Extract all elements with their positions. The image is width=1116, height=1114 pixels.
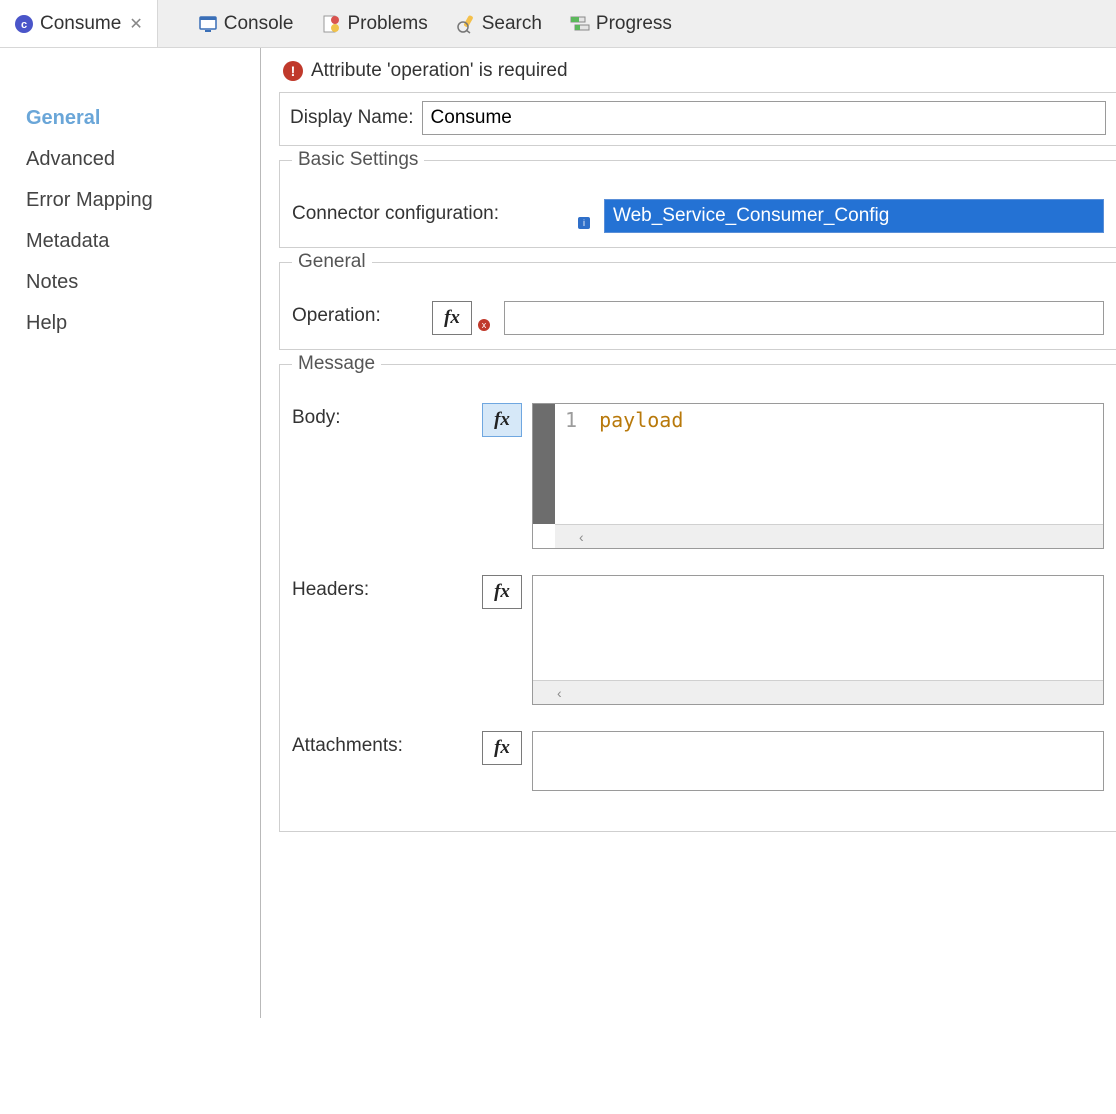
line-number: 1 [565,408,577,432]
tab-search-label: Search [482,13,542,35]
problems-icon [321,14,341,34]
error-text: Attribute 'operation' is required [311,60,568,82]
error-icon: ! [283,61,303,81]
sidebar-item-label: Help [26,312,67,334]
view-tab-bar: c Consume ✕ Console Problems Search Prog… [0,0,1116,48]
close-icon[interactable]: ✕ [129,14,142,34]
display-name-label: Display Name: [290,107,414,129]
basic-settings-legend: Basic Settings [292,149,424,171]
sidebar-item-label: Notes [26,271,78,293]
sidebar-item-label: Metadata [26,230,109,252]
tab-console[interactable]: Console [184,0,308,47]
validation-error: ! Attribute 'operation' is required [283,60,1116,82]
sidebar-item-label: Error Mapping [26,189,153,211]
connector-config-dropdown[interactable]: Web_Service_Consumer_Config [604,199,1104,233]
general-legend: General [292,251,372,273]
sidebar-item-notes[interactable]: Notes [26,262,260,303]
operation-label: Operation: [292,301,422,327]
vertical-separator [260,48,261,1018]
info-badge-icon: i [578,217,590,229]
tab-problems-label: Problems [347,13,427,35]
body-code-text: payload [599,408,683,432]
message-legend: Message [292,353,381,375]
sidebar-item-general[interactable]: General [26,98,260,139]
headers-label: Headers: [292,575,472,601]
sidebar-item-advanced[interactable]: Advanced [26,139,260,180]
headers-fx-button[interactable]: fx [482,575,522,609]
message-group: Message Body: fx 1 payload ‹ [279,364,1116,832]
fx-icon: fx [494,737,510,759]
sidebar-item-metadata[interactable]: Metadata [26,221,260,262]
body-editor[interactable]: 1 payload ‹ [532,403,1104,549]
tab-consume[interactable]: c Consume ✕ [0,0,158,47]
general-group: General Operation: fx x [279,262,1116,350]
headers-editor[interactable]: ‹ [532,575,1104,705]
consume-icon: c [14,14,34,34]
display-name-input[interactable] [422,101,1106,135]
tab-search[interactable]: Search [442,0,556,47]
tab-progress[interactable]: Progress [556,0,686,47]
attachments-label: Attachments: [292,731,472,757]
properties-sidebar: General Advanced Error Mapping Metadata … [0,48,260,1114]
body-h-scrollbar[interactable]: ‹ [555,524,1103,548]
properties-main: ! Attribute 'operation' is required Disp… [279,48,1116,1114]
tab-consume-label: Consume [40,13,121,35]
tab-problems[interactable]: Problems [307,0,441,47]
display-name-row: Display Name: [279,92,1116,146]
body-label: Body: [292,403,472,429]
editor-gutter [533,404,555,524]
headers-h-scrollbar[interactable]: ‹ [533,680,1103,704]
connector-config-label: Connector configuration: [292,199,572,225]
tab-progress-label: Progress [596,13,672,35]
attachments-editor[interactable] [532,731,1104,791]
search-icon [456,14,476,34]
svg-text:c: c [21,19,27,31]
progress-icon [570,14,590,34]
connector-config-value: Web_Service_Consumer_Config [613,205,889,227]
sidebar-item-error-mapping[interactable]: Error Mapping [26,180,260,221]
body-fx-button[interactable]: fx [482,403,522,437]
fx-icon: fx [494,581,510,603]
operation-fx-button[interactable]: fx [432,301,472,335]
fx-icon: fx [444,307,460,329]
tab-console-label: Console [224,13,294,35]
sidebar-item-label: General [26,107,100,129]
basic-settings-group: Basic Settings Connector configuration: … [279,160,1116,248]
operation-input[interactable] [504,301,1104,335]
console-icon [198,14,218,34]
fx-icon: fx [494,409,510,431]
body-editor-line: 1 payload [555,404,693,524]
sidebar-item-label: Advanced [26,148,115,170]
error-badge-icon: x [478,319,490,331]
attachments-fx-button[interactable]: fx [482,731,522,765]
sidebar-item-help[interactable]: Help [26,303,260,344]
